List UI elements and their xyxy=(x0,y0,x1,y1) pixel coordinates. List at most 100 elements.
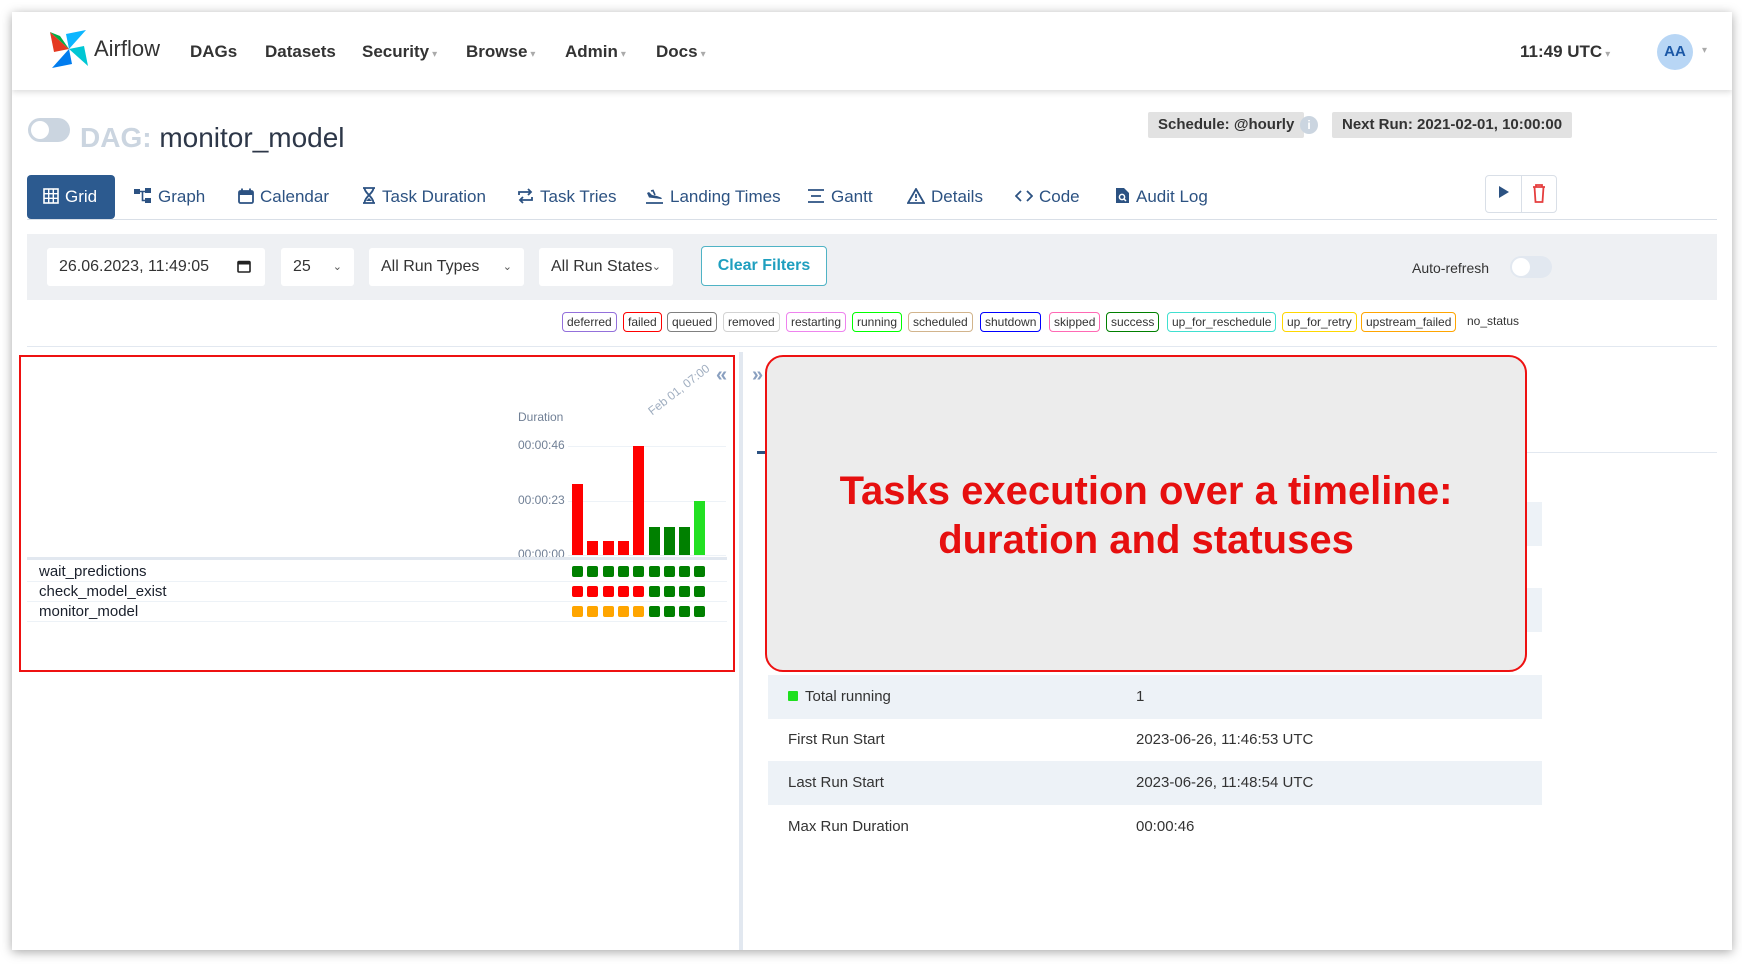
detail-value: 2023-06-26, 11:48:54 UTC xyxy=(1136,774,1314,791)
autorefresh-toggle[interactable] xyxy=(1510,256,1552,278)
trigger-dag-button[interactable] xyxy=(1486,176,1522,212)
legend-queued[interactable]: queued xyxy=(667,312,718,332)
table-row: Max Run Duration 00:00:46 xyxy=(768,805,1542,849)
repeat-icon xyxy=(517,175,534,219)
chevron-down-icon: ▾ xyxy=(700,49,706,60)
run-state-select[interactable]: All Run States ⌄ xyxy=(539,248,673,286)
trash-icon xyxy=(1533,184,1545,203)
legend-running[interactable]: running xyxy=(852,312,903,332)
tab-audit-log[interactable]: Audit Log xyxy=(1115,175,1208,219)
tab-graph[interactable]: Graph xyxy=(134,175,205,219)
tab-task-tries[interactable]: Task Tries xyxy=(517,175,617,219)
nav-security[interactable]: Security ▾ xyxy=(362,42,437,62)
legend-deferred[interactable]: deferred xyxy=(562,312,617,332)
table-row: Last Run Start 2023-06-26, 11:48:54 UTC xyxy=(768,761,1542,805)
chevron-down-icon: ⌄ xyxy=(332,261,342,273)
autorefresh-label: Auto-refresh xyxy=(1412,260,1490,276)
dag-actions xyxy=(1485,175,1557,213)
legend-success[interactable]: success xyxy=(1106,312,1160,332)
tab-grid[interactable]: Grid xyxy=(27,175,115,219)
num-runs-select[interactable]: 25 ⌄ xyxy=(281,248,354,286)
user-avatar[interactable]: AA xyxy=(1657,34,1693,70)
hourglass-icon xyxy=(362,175,376,219)
delete-dag-button[interactable] xyxy=(1522,176,1556,212)
tab-landing-times[interactable]: Landing Times xyxy=(645,175,781,219)
calendar-icon[interactable] xyxy=(237,248,251,286)
timezone-clock[interactable]: 11:49 UTC ▾ xyxy=(1520,42,1610,62)
tab-task-duration[interactable]: Task Duration xyxy=(362,175,486,219)
dag-name: monitor_model xyxy=(159,122,345,153)
airflow-logo-icon[interactable] xyxy=(46,26,92,72)
chevron-down-icon: ⌄ xyxy=(651,261,661,273)
tab-code[interactable]: Code xyxy=(1014,175,1080,219)
gantt-icon xyxy=(807,175,825,219)
legend-failed[interactable]: failed xyxy=(623,312,662,332)
grid-highlight-box xyxy=(19,355,735,672)
play-icon xyxy=(1498,186,1509,198)
legend-removed[interactable]: removed xyxy=(723,312,780,332)
legend-shutdown[interactable]: shutdown xyxy=(980,312,1042,332)
graph-icon xyxy=(134,175,152,219)
legend-scheduled[interactable]: scheduled xyxy=(908,312,973,332)
clear-filters-button[interactable]: Clear Filters xyxy=(701,246,827,286)
detail-value: 1 xyxy=(1136,688,1145,705)
filter-bar: 26.06.2023, 11:49:05 25 ⌄ All Run Types ⌄ … xyxy=(27,234,1717,300)
chevron-down-icon: ▾ xyxy=(530,49,536,60)
run-type-select[interactable]: All Run Types ⌄ xyxy=(369,248,524,286)
table-row: First Run Start 2023-06-26, 11:46:53 UTC xyxy=(768,718,1542,762)
next-run-badge: Next Run: 2021-02-01, 10:00:00 xyxy=(1332,112,1573,138)
detail-key-label: Max Run Duration xyxy=(788,818,909,835)
legend-up-for-retry[interactable]: up_for_retry xyxy=(1282,312,1357,332)
warning-triangle-icon xyxy=(906,175,926,219)
grid-icon xyxy=(43,175,59,219)
chevron-down-icon: ▾ xyxy=(1605,49,1611,60)
detail-value: 2023-06-26, 11:46:53 UTC xyxy=(1136,731,1314,748)
annotation-line-2: duration and statuses xyxy=(938,518,1354,562)
tabs-divider xyxy=(27,219,1717,220)
landing-icon xyxy=(645,175,664,219)
browser-window: Airflow DAGs Datasets Security ▾ Browse ▾ … xyxy=(12,12,1732,950)
nav-dags[interactable]: DAGs xyxy=(190,42,237,62)
running-status-icon xyxy=(788,691,798,701)
legend-restarting[interactable]: restarting xyxy=(786,312,847,332)
dag-pause-toggle[interactable] xyxy=(28,118,70,142)
panel-resize-handle[interactable] xyxy=(739,352,743,950)
legend-no-status[interactable]: no_status xyxy=(1463,312,1523,332)
tab-gantt[interactable]: Gantt xyxy=(807,175,873,219)
info-icon[interactable]: i xyxy=(1300,116,1318,134)
table-row: Total running 1 xyxy=(768,675,1542,719)
expand-details-icon[interactable]: » xyxy=(752,364,763,387)
detail-key-label: First Run Start xyxy=(788,731,885,748)
annotation-line-1: Tasks execution over a timeline: xyxy=(839,469,1453,513)
detail-value: 00:00:46 xyxy=(1136,818,1195,835)
nav-datasets[interactable]: Datasets xyxy=(265,42,336,62)
dag-prefix: DAG: xyxy=(80,122,152,153)
tab-details[interactable]: Details xyxy=(906,175,983,219)
detail-key: Last Run Start xyxy=(788,774,884,791)
tab-calendar[interactable]: Calendar xyxy=(238,175,329,219)
chevron-down-icon: ▾ xyxy=(620,49,626,60)
datetime-input[interactable]: 26.06.2023, 11:49:05 xyxy=(47,248,265,286)
nav-browse[interactable]: Browse ▾ xyxy=(466,42,535,62)
legend-divider xyxy=(27,346,1717,347)
page-title: DAG: monitor_model xyxy=(80,122,345,154)
legend-up-for-reschedule[interactable]: up_for_reschedule xyxy=(1167,312,1277,332)
schedule-badge: Schedule: @hourly xyxy=(1148,112,1305,138)
detail-key-label: Last Run Start xyxy=(788,774,884,791)
calendar-icon xyxy=(238,175,254,219)
top-navbar: Airflow DAGs Datasets Security ▾ Browse ▾ … xyxy=(12,12,1732,90)
chevron-down-icon: ⌄ xyxy=(502,261,512,273)
annotation-callout: Tasks execution over a timeline: duratio… xyxy=(765,355,1527,672)
chevron-down-icon: ▾ xyxy=(1702,45,1708,56)
nav-admin[interactable]: Admin ▾ xyxy=(565,42,626,62)
detail-key: Total running xyxy=(788,688,891,705)
nav-docs[interactable]: Docs ▾ xyxy=(656,42,706,62)
legend-upstream-failed[interactable]: upstream_failed xyxy=(1361,312,1457,332)
detail-key-label: Total running xyxy=(805,688,891,705)
brand-name[interactable]: Airflow xyxy=(94,36,160,62)
code-icon xyxy=(1014,175,1034,219)
file-search-icon xyxy=(1115,175,1130,219)
legend-skipped[interactable]: skipped xyxy=(1049,312,1101,332)
detail-key: Max Run Duration xyxy=(788,818,909,835)
detail-key: First Run Start xyxy=(788,731,885,748)
